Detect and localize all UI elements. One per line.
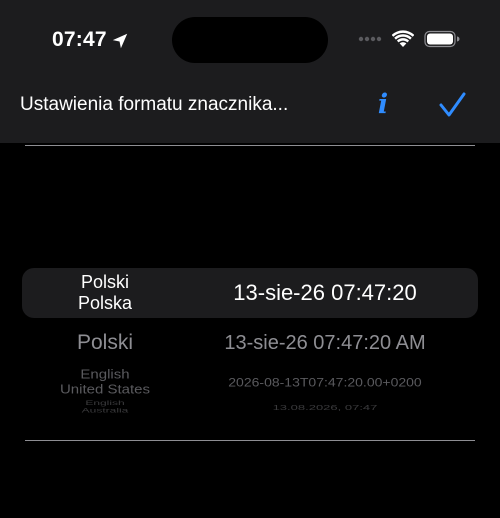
done-button[interactable]	[434, 88, 470, 122]
status-time-group: 07:47	[52, 28, 129, 52]
location-arrow-icon	[112, 33, 127, 48]
picker-row[interactable]: English Australia 13.08.2026, 07:47	[0, 399, 500, 415]
picker-row[interactable]: Polski 13-sie-26 07:47:20 AM	[0, 326, 500, 360]
picker-format: 13-sie-26 07:47:20 AM	[224, 331, 426, 354]
navigation-bar: Ustawienia formatu znacznika... i	[0, 80, 500, 143]
divider-top	[25, 145, 475, 146]
picker-format: 13-sie-26 07:47:20	[233, 280, 417, 305]
top-bar: 07:47 Ustawienia formatu znacznika... i	[0, 0, 500, 143]
picker-language: Polski	[80, 272, 129, 293]
cellular-signal-icon	[358, 36, 382, 42]
divider-bottom	[25, 440, 475, 441]
picker-format: 13.08.2026, 07:47	[272, 402, 378, 412]
checkmark-icon	[439, 92, 466, 117]
picker-region: Polska	[77, 293, 133, 313]
picker-region: United States	[59, 382, 151, 397]
status-icons	[358, 30, 460, 48]
picker-row-selected[interactable]: Polski Polska 13-sie-26 07:47:20	[0, 268, 500, 318]
status-time: 07:47	[52, 28, 107, 51]
picker-region: Australia	[81, 406, 129, 415]
screen: 07:47 Ustawienia formatu znacznika... i …	[0, 0, 500, 518]
status-bar: 07:47	[0, 0, 500, 80]
wifi-icon	[392, 30, 414, 47]
dynamic-island	[172, 17, 328, 63]
locale-format-picker[interactable]: Polski Polska 13-sie-26 07:47:20 Polski …	[0, 150, 500, 435]
info-icon: i	[377, 89, 389, 120]
picker-language: Polski	[76, 330, 134, 354]
picker-format: 2026-08-13T07:47:20.00+0200	[228, 374, 422, 390]
battery-icon	[424, 30, 460, 48]
page-title: Ustawienia formatu znacznika...	[20, 94, 289, 115]
picker-language: English	[80, 366, 130, 382]
picker-row[interactable]: English United States 2026-08-13T07:47:2…	[0, 366, 500, 398]
info-button[interactable]: i	[370, 88, 396, 122]
